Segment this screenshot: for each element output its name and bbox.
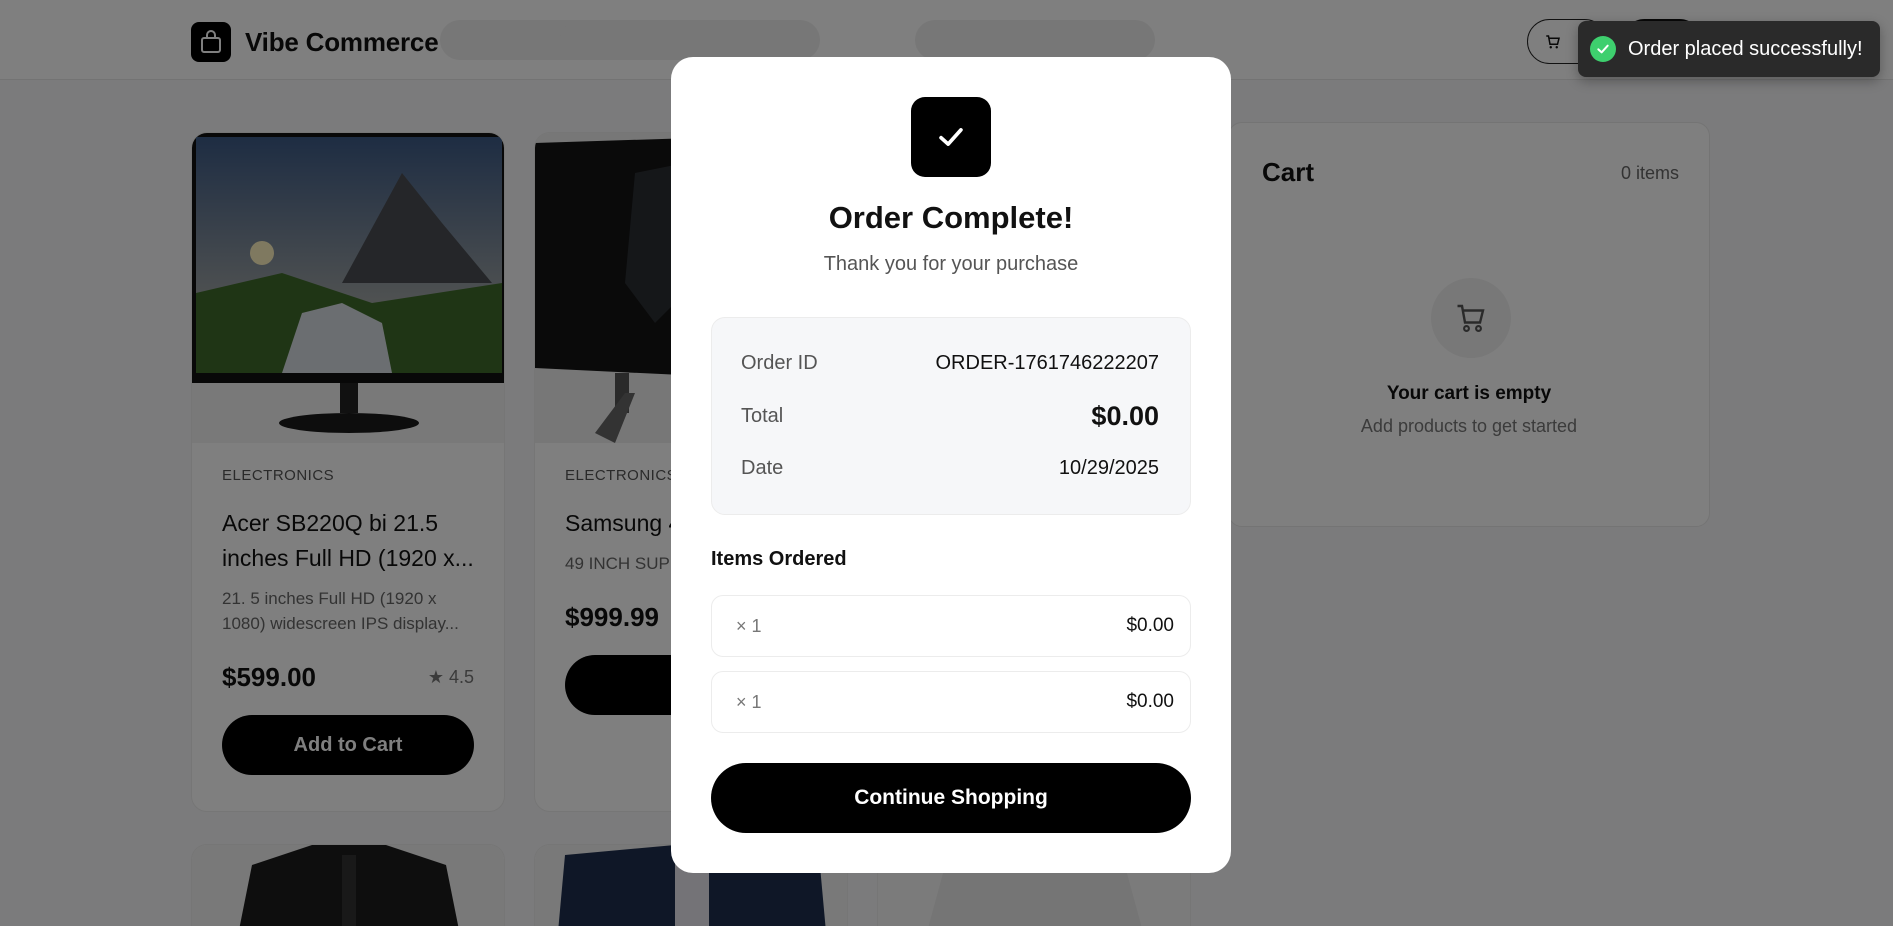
order-id-label: Order ID [741,352,818,374]
checkmark-icon [911,97,991,177]
order-summary: Order ID ORDER-1761746222207 Total $0.00… [711,317,1191,515]
ordered-item: × 1 $0.00 [711,671,1191,733]
order-id-row: Order ID ORDER-1761746222207 [741,352,1159,375]
toast-message: Order placed successfully! [1628,37,1863,60]
total-value: $0.00 [1091,401,1159,431]
date-value: 10/29/2025 [1058,457,1159,479]
item-quantity: × 1 [736,615,762,636]
order-id-value: ORDER-1761746222207 [935,352,1160,374]
check-circle-icon [1590,36,1616,62]
date-row: Date 10/29/2025 [741,457,1159,480]
item-quantity: × 1 [736,691,762,712]
success-toast[interactable]: Order placed successfully! [1578,21,1880,77]
modal-title: Order Complete! [828,200,1074,235]
items-ordered-title: Items Ordered [711,548,847,570]
item-price: $0.00 [1126,615,1174,636]
continue-shopping-button[interactable]: Continue Shopping [711,763,1191,833]
total-row: Total $0.00 [741,401,1159,432]
ordered-item: × 1 $0.00 [711,595,1191,657]
order-complete-modal: Order Complete! Thank you for your purch… [671,57,1231,873]
total-label: Total [741,405,784,427]
date-label: Date [741,457,784,479]
modal-subtitle: Thank you for your purchase [823,253,1079,275]
item-price: $0.00 [1126,691,1174,712]
